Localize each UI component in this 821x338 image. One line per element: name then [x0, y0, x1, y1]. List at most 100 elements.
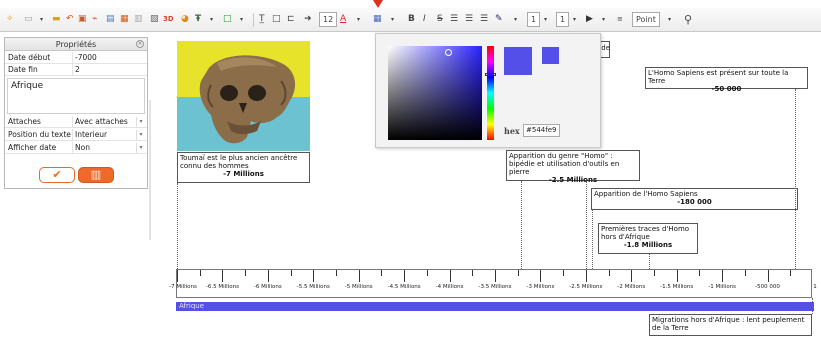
property-row-afficher-date: Afficher date Non ▾ — [5, 142, 147, 154]
undo-icon[interactable]: ↶ — [66, 11, 74, 28]
strikethrough-icon[interactable]: S — [437, 11, 443, 28]
chevron-down-icon[interactable]: ▾ — [40, 11, 43, 28]
connector-line — [649, 254, 650, 269]
shape-icon[interactable]: □ — [272, 11, 281, 28]
chevron-down-icon[interactable]: ▾ — [391, 11, 394, 28]
chevron-down-icon[interactable]: ▾ — [357, 11, 360, 28]
unit-select[interactable]: Point — [632, 12, 660, 27]
skull-picture — [177, 41, 310, 151]
save-icon[interactable]: ▣ — [78, 11, 87, 28]
hex-input[interactable]: #544fe9 — [523, 124, 560, 137]
3d-icon[interactable]: 3D — [163, 11, 174, 28]
align-right-icon[interactable]: ☰ — [480, 11, 488, 28]
property-label: Date fin — [8, 65, 38, 74]
event-text: L'Homo Sapiens est présent sur toute la … — [648, 69, 789, 85]
pen-icon[interactable]: ✎ — [495, 11, 503, 28]
axis-major-tick — [540, 270, 542, 282]
position-texte-select[interactable]: Interieur ▾ — [72, 129, 146, 141]
axis-tick-label: -1 Millions — [708, 284, 737, 290]
date-fin-field[interactable]: 2 — [72, 64, 146, 76]
axis-major-tick — [631, 270, 633, 282]
list-icon[interactable]: ▧ — [150, 11, 159, 28]
event-toute-terre[interactable]: L'Homo Sapiens est présent sur toute la … — [645, 67, 808, 93]
page-icon[interactable]: ▭ — [24, 11, 33, 28]
axis-major-tick — [585, 270, 587, 282]
italic-icon[interactable]: I — [423, 11, 426, 28]
date-debut-field[interactable]: -7000 — [72, 52, 146, 64]
check-icon: ✔ — [52, 168, 62, 181]
current-color-swatch[interactable] — [542, 47, 559, 64]
axis-tick-label: -500 000 — [755, 284, 780, 290]
close-icon[interactable]: × — [136, 40, 144, 48]
chevron-down-icon[interactable]: ▾ — [544, 11, 547, 28]
event-traces-hors-afrique[interactable]: Premières traces d'Homo hors d'Afrique -… — [598, 223, 698, 254]
property-row-date-fin: Date fin 2 — [5, 64, 147, 76]
property-label: Date début — [8, 53, 51, 62]
attaches-select[interactable]: Avec attaches ▾ — [72, 116, 146, 128]
line-style-field[interactable]: 1 — [556, 12, 570, 27]
image-icon[interactable]: ▤ — [106, 11, 115, 28]
event-text: Toumaï est le plus ancien ancêtre connu … — [180, 154, 298, 170]
panel-title: Propriétés × — [5, 38, 147, 51]
chart-icon[interactable]: ◕ — [181, 11, 189, 28]
chevron-down-icon[interactable]: ▾ — [668, 11, 671, 28]
axis-major-tick — [449, 270, 451, 282]
table-icon[interactable]: ▦ — [120, 11, 129, 28]
font-size-field[interactable]: 12 — [319, 12, 338, 27]
confirm-button[interactable]: ✔ — [39, 167, 75, 183]
hue-slider[interactable] — [487, 46, 494, 140]
new-file-icon[interactable]: ✧ — [6, 11, 14, 28]
saturation-value-area[interactable] — [388, 46, 482, 140]
properties-panel: Propriétés × Date début -7000 Date fin 2… — [4, 37, 148, 189]
panel-splitter[interactable] — [149, 100, 151, 240]
text-field[interactable]: Afrique — [7, 78, 145, 114]
fill-color-icon[interactable]: ▦ — [373, 11, 382, 28]
axis-major-tick — [177, 270, 178, 282]
chevron-down-icon[interactable]: ▾ — [514, 11, 517, 28]
chevron-down-icon[interactable]: ▾ — [136, 130, 145, 140]
axis-major-tick — [222, 270, 224, 282]
axis-end-label: 1 — [813, 284, 817, 290]
event-migrations[interactable]: Migrations hors d'Afrique : lent peuplem… — [649, 314, 812, 336]
grid-icon[interactable]: ▥ — [134, 11, 143, 28]
toumai-skull-image[interactable] — [177, 41, 310, 151]
axis-major-tick — [722, 270, 724, 282]
axis-tick-label: -4 Millions — [435, 284, 464, 290]
text-icon[interactable]: Ŧ — [195, 11, 201, 28]
textbox-icon[interactable]: T̲ — [259, 11, 265, 28]
event-genre-homo[interactable]: Apparition du genre "Homo" : bipédie et … — [506, 150, 640, 184]
axis-minor-tick — [608, 270, 610, 276]
chevron-down-icon[interactable]: ▾ — [240, 11, 243, 28]
open-folder-icon[interactable]: ▬ — [52, 11, 61, 28]
chevron-down-icon[interactable]: ▾ — [210, 11, 213, 28]
align-center-icon[interactable]: ☰ — [465, 11, 473, 28]
property-row-position-texte: Position du texte Interieur ▾ — [5, 129, 147, 141]
event-apparition-sapiens[interactable]: Apparition de l'Homo Sapiens -180 000 — [591, 188, 798, 210]
property-row-date-debut: Date début -7000 — [5, 52, 147, 64]
chevron-down-icon[interactable]: ▾ — [136, 117, 145, 127]
axis-tick-label: -3 Millions — [526, 284, 555, 290]
arrow-style-icon[interactable]: ▶ — [586, 11, 593, 28]
font-color-icon[interactable]: A — [340, 11, 346, 28]
hue-slider-handle[interactable] — [485, 73, 496, 76]
color-selector-handle[interactable] — [445, 49, 452, 56]
afficher-date-select[interactable]: Non ▾ — [72, 142, 146, 154]
bold-icon[interactable]: B — [408, 11, 415, 28]
align-left-icon[interactable]: ☰ — [450, 11, 458, 28]
chevron-down-icon[interactable]: ▾ — [602, 11, 605, 28]
arrow-right-icon[interactable]: ➜ — [304, 11, 312, 28]
line-width-field[interactable]: 1 — [527, 12, 541, 27]
units-icon[interactable]: ≡ — [617, 11, 623, 28]
chevron-down-icon[interactable]: ▾ — [136, 143, 145, 153]
frame-icon[interactable]: □ — [223, 11, 232, 28]
property-label: Position du texte — [8, 130, 71, 139]
draw-icon[interactable]: ⌁ — [92, 11, 97, 28]
chevron-down-icon[interactable]: ▾ — [573, 11, 576, 28]
position-texte-value: Interieur — [75, 130, 108, 139]
connector-line — [586, 181, 587, 269]
link-icon[interactable]: ⊏ — [287, 11, 295, 28]
delete-button[interactable]: ▥ — [78, 167, 114, 183]
period-bar-afrique[interactable]: Afrique — [176, 302, 814, 311]
event-toumai[interactable]: Toumaï est le plus ancien ancêtre connu … — [177, 152, 310, 183]
location-pin-icon[interactable]: ⚲ — [684, 11, 692, 28]
